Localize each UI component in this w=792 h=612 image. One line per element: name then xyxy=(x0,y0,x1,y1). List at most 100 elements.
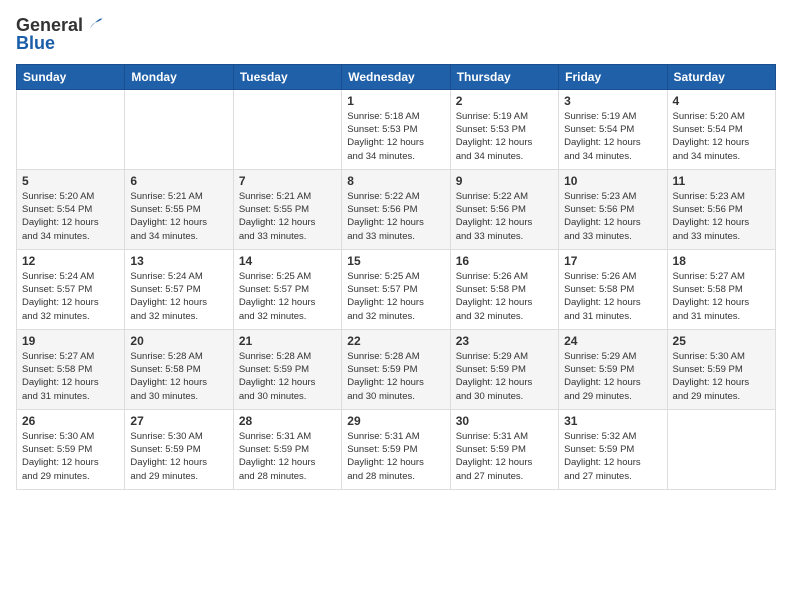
calendar-cell: 20Sunrise: 5:28 AM Sunset: 5:58 PM Dayli… xyxy=(125,329,233,409)
day-number: 13 xyxy=(130,254,227,268)
logo-blue-text: Blue xyxy=(16,34,105,54)
day-number: 27 xyxy=(130,414,227,428)
day-info: Sunrise: 5:21 AM Sunset: 5:55 PM Dayligh… xyxy=(130,190,227,243)
day-number: 23 xyxy=(456,334,553,348)
calendar-cell: 31 Sunrise: 5:32 AM Sunset: 5:59 PM Dayli… xyxy=(559,409,667,489)
day-info: Sunrise: 5:31 AM Sunset: 5:59 PM Dayligh… xyxy=(239,430,336,483)
calendar-cell: 28 Sunrise: 5:31 AM Sunset: 5:59 PM Dayli… xyxy=(233,409,341,489)
calendar-cell: 26 Sunrise: 5:30 AM Sunset: 5:59 PM Dayli… xyxy=(17,409,125,489)
day-info: Sunrise: 5:25 AM Sunset: 5:57 PM Dayligh… xyxy=(239,270,336,323)
day-info: Sunrise: 5:19 AM Sunset: 5:54 PM Dayligh… xyxy=(564,110,661,163)
calendar-cell: 7 Sunrise: 5:21 AM Sunset: 5:55 PM Daylig… xyxy=(233,169,341,249)
day-info: Sunrise: 5:25 AM Sunset: 5:57 PM Dayligh… xyxy=(347,270,444,323)
calendar-cell: 1 Sunrise: 5:18 AM Sunset: 5:53 PM Daylig… xyxy=(342,89,450,169)
calendar-cell: 5 Sunrise: 5:20 AM Sunset: 5:54 PM Daylig… xyxy=(17,169,125,249)
calendar-cell: 25 Sunrise: 5:30 AM Sunset: 5:59 PM Dayli… xyxy=(667,329,775,409)
day-info: Sunrise: 5:26 AM Sunset: 5:58 PM Dayligh… xyxy=(564,270,661,323)
day-info: Sunrise: 5:27 AM Sunset: 5:58 PM Dayligh… xyxy=(22,350,119,403)
logo: General Blue xyxy=(16,16,105,54)
weekday-sunday: Sunday xyxy=(17,64,125,89)
calendar-cell: 19Sunrise: 5:27 AM Sunset: 5:58 PM Dayli… xyxy=(17,329,125,409)
day-number: 22 xyxy=(347,334,444,348)
day-info: Sunrise: 5:24 AM Sunset: 5:57 PM Dayligh… xyxy=(130,270,227,323)
day-info: Sunrise: 5:26 AM Sunset: 5:58 PM Dayligh… xyxy=(456,270,553,323)
calendar-cell: 21 Sunrise: 5:28 AM Sunset: 5:59 PM Dayli… xyxy=(233,329,341,409)
day-info: Sunrise: 5:27 AM Sunset: 5:58 PM Dayligh… xyxy=(673,270,770,323)
day-info: Sunrise: 5:28 AM Sunset: 5:59 PM Dayligh… xyxy=(239,350,336,403)
day-info: Sunrise: 5:20 AM Sunset: 5:54 PM Dayligh… xyxy=(22,190,119,243)
calendar-cell: 15Sunrise: 5:25 AM Sunset: 5:57 PM Dayli… xyxy=(342,249,450,329)
day-number: 28 xyxy=(239,414,336,428)
logo-bird-icon xyxy=(85,16,105,36)
day-info: Sunrise: 5:23 AM Sunset: 5:56 PM Dayligh… xyxy=(564,190,661,243)
day-number: 10 xyxy=(564,174,661,188)
day-info: Sunrise: 5:22 AM Sunset: 5:56 PM Dayligh… xyxy=(347,190,444,243)
calendar-cell: 22 Sunrise: 5:28 AM Sunset: 5:59 PM Dayli… xyxy=(342,329,450,409)
day-info: Sunrise: 5:28 AM Sunset: 5:59 PM Dayligh… xyxy=(347,350,444,403)
day-info: Sunrise: 5:31 AM Sunset: 5:59 PM Dayligh… xyxy=(456,430,553,483)
calendar-cell: 10 Sunrise: 5:23 AM Sunset: 5:56 PM Dayli… xyxy=(559,169,667,249)
day-number: 18 xyxy=(673,254,770,268)
day-info: Sunrise: 5:29 AM Sunset: 5:59 PM Dayligh… xyxy=(456,350,553,403)
day-info: Sunrise: 5:31 AM Sunset: 5:59 PM Dayligh… xyxy=(347,430,444,483)
calendar-cell xyxy=(17,89,125,169)
calendar-cell: 3 Sunrise: 5:19 AM Sunset: 5:54 PM Daylig… xyxy=(559,89,667,169)
calendar-cell: 9 Sunrise: 5:22 AM Sunset: 5:56 PM Daylig… xyxy=(450,169,558,249)
day-number: 21 xyxy=(239,334,336,348)
day-info: Sunrise: 5:18 AM Sunset: 5:53 PM Dayligh… xyxy=(347,110,444,163)
day-number: 24 xyxy=(564,334,661,348)
day-number: 9 xyxy=(456,174,553,188)
calendar-cell: 2Sunrise: 5:19 AM Sunset: 5:53 PM Daylig… xyxy=(450,89,558,169)
day-number: 30 xyxy=(456,414,553,428)
day-number: 6 xyxy=(130,174,227,188)
day-info: Sunrise: 5:32 AM Sunset: 5:59 PM Dayligh… xyxy=(564,430,661,483)
day-number: 14 xyxy=(239,254,336,268)
day-number: 5 xyxy=(22,174,119,188)
calendar-cell: 18 Sunrise: 5:27 AM Sunset: 5:58 PM Dayli… xyxy=(667,249,775,329)
day-number: 11 xyxy=(673,174,770,188)
weekday-thursday: Thursday xyxy=(450,64,558,89)
calendar-week-1: 1 Sunrise: 5:18 AM Sunset: 5:53 PM Daylig… xyxy=(17,89,776,169)
day-number: 8 xyxy=(347,174,444,188)
day-number: 3 xyxy=(564,94,661,108)
day-number: 16 xyxy=(456,254,553,268)
day-number: 4 xyxy=(673,94,770,108)
day-number: 26 xyxy=(22,414,119,428)
calendar-cell: 29 Sunrise: 5:31 AM Sunset: 5:59 PM Dayli… xyxy=(342,409,450,489)
calendar-cell: 11 Sunrise: 5:23 AM Sunset: 5:56 PM Dayli… xyxy=(667,169,775,249)
day-number: 29 xyxy=(347,414,444,428)
day-info: Sunrise: 5:30 AM Sunset: 5:59 PM Dayligh… xyxy=(22,430,119,483)
day-number: 31 xyxy=(564,414,661,428)
calendar-cell xyxy=(667,409,775,489)
calendar-cell: 14 Sunrise: 5:25 AM Sunset: 5:57 PM Dayli… xyxy=(233,249,341,329)
day-info: Sunrise: 5:20 AM Sunset: 5:54 PM Dayligh… xyxy=(673,110,770,163)
day-number: 7 xyxy=(239,174,336,188)
day-number: 2 xyxy=(456,94,553,108)
calendar-cell: 13 Sunrise: 5:24 AM Sunset: 5:57 PM Dayli… xyxy=(125,249,233,329)
day-info: Sunrise: 5:28 AM Sunset: 5:58 PM Dayligh… xyxy=(130,350,227,403)
day-info: Sunrise: 5:30 AM Sunset: 5:59 PM Dayligh… xyxy=(673,350,770,403)
calendar-cell: 6 Sunrise: 5:21 AM Sunset: 5:55 PM Daylig… xyxy=(125,169,233,249)
weekday-header-row: SundayMondayTuesdayWednesdayThursdayFrid… xyxy=(17,64,776,89)
calendar-cell: 16 Sunrise: 5:26 AM Sunset: 5:58 PM Dayli… xyxy=(450,249,558,329)
weekday-wednesday: Wednesday xyxy=(342,64,450,89)
calendar-cell: 8 Sunrise: 5:22 AM Sunset: 5:56 PM Daylig… xyxy=(342,169,450,249)
calendar-week-3: 12 Sunrise: 5:24 AM Sunset: 5:57 PM Dayli… xyxy=(17,249,776,329)
day-number: 17 xyxy=(564,254,661,268)
calendar-cell: 17 Sunrise: 5:26 AM Sunset: 5:58 PM Dayli… xyxy=(559,249,667,329)
calendar-week-4: 19Sunrise: 5:27 AM Sunset: 5:58 PM Dayli… xyxy=(17,329,776,409)
calendar-cell xyxy=(233,89,341,169)
weekday-friday: Friday xyxy=(559,64,667,89)
calendar-cell: 4 Sunrise: 5:20 AM Sunset: 5:54 PM Daylig… xyxy=(667,89,775,169)
day-info: Sunrise: 5:21 AM Sunset: 5:55 PM Dayligh… xyxy=(239,190,336,243)
day-number: 1 xyxy=(347,94,444,108)
day-number: 25 xyxy=(673,334,770,348)
day-info: Sunrise: 5:22 AM Sunset: 5:56 PM Dayligh… xyxy=(456,190,553,243)
calendar-week-2: 5 Sunrise: 5:20 AM Sunset: 5:54 PM Daylig… xyxy=(17,169,776,249)
day-number: 12 xyxy=(22,254,119,268)
calendar-cell: 12Sunrise: 5:24 AM Sunset: 5:57 PM Dayli… xyxy=(17,249,125,329)
calendar-cell: 24Sunrise: 5:29 AM Sunset: 5:59 PM Dayli… xyxy=(559,329,667,409)
day-info: Sunrise: 5:30 AM Sunset: 5:59 PM Dayligh… xyxy=(130,430,227,483)
day-info: Sunrise: 5:23 AM Sunset: 5:56 PM Dayligh… xyxy=(673,190,770,243)
weekday-tuesday: Tuesday xyxy=(233,64,341,89)
